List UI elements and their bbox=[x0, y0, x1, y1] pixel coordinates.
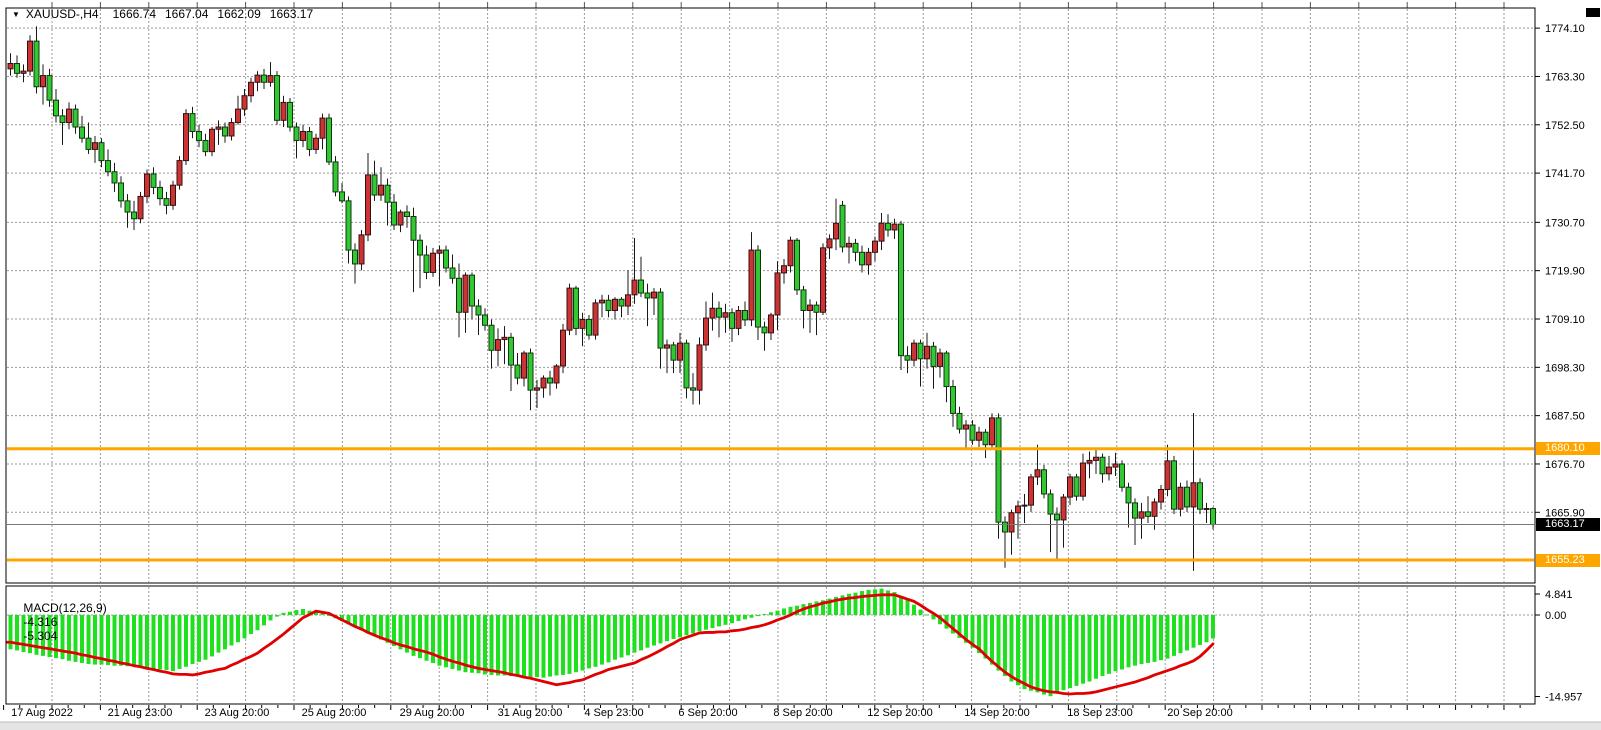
svg-text:8 Sep 20:00: 8 Sep 20:00 bbox=[773, 707, 832, 719]
resistance-price-tag: 1680.10 bbox=[1536, 442, 1600, 455]
macd-signal-value: -5.304 bbox=[23, 629, 57, 643]
mt4-chart-window: 1774.10 1763.30 1752.50 1741.70 1730.70 1719.… bbox=[0, 0, 1601, 730]
close-value: 1663.17 bbox=[270, 7, 313, 21]
svg-text:23 Aug 20:00: 23 Aug 20:00 bbox=[205, 707, 270, 719]
support-price-tag: 1655.23 bbox=[1536, 554, 1600, 567]
svg-text:1763.30: 1763.30 bbox=[1545, 71, 1585, 83]
svg-text:1752.50: 1752.50 bbox=[1545, 120, 1585, 132]
svg-text:1774.10: 1774.10 bbox=[1545, 23, 1585, 35]
svg-text:1730.70: 1730.70 bbox=[1545, 217, 1585, 229]
svg-text:1709.10: 1709.10 bbox=[1545, 314, 1585, 326]
svg-text:18 Sep 23:00: 18 Sep 23:00 bbox=[1067, 707, 1132, 719]
svg-text:4.841: 4.841 bbox=[1545, 589, 1573, 601]
svg-text:29 Aug 20:00: 29 Aug 20:00 bbox=[400, 707, 465, 719]
collapse-arrow-icon[interactable]: ▼ bbox=[12, 10, 20, 19]
svg-text:17 Aug 2022: 17 Aug 2022 bbox=[11, 707, 73, 719]
svg-text:1676.70: 1676.70 bbox=[1545, 459, 1585, 471]
svg-text:1698.30: 1698.30 bbox=[1545, 362, 1585, 374]
current-price-tag: 1663.17 bbox=[1536, 518, 1600, 531]
open-value: 1666.74 bbox=[113, 7, 156, 21]
symbol-timeframe-label: XAUUSD-,H4 bbox=[26, 7, 99, 21]
svg-text:12 Sep 20:00: 12 Sep 20:00 bbox=[867, 707, 932, 719]
low-value: 1662.09 bbox=[217, 7, 260, 21]
svg-text:1741.70: 1741.70 bbox=[1545, 168, 1585, 180]
svg-text:6 Sep 20:00: 6 Sep 20:00 bbox=[678, 707, 737, 719]
chart-shift-marker[interactable] bbox=[1586, 8, 1600, 17]
macd-main-value: -4.316 bbox=[23, 615, 57, 629]
bottom-strip bbox=[0, 722, 1601, 730]
svg-text:21 Aug 23:00: 21 Aug 23:00 bbox=[108, 707, 173, 719]
svg-text:20 Sep 20:00: 20 Sep 20:00 bbox=[1167, 707, 1232, 719]
symbol-ohlc-header: ▼ XAUUSD-,H4 1666.74 1667.04 1662.09 166… bbox=[12, 6, 322, 22]
svg-text:31 Aug 20:00: 31 Aug 20:00 bbox=[498, 707, 563, 719]
svg-text:4 Sep 23:00: 4 Sep 23:00 bbox=[584, 707, 643, 719]
svg-text:1687.50: 1687.50 bbox=[1545, 411, 1585, 423]
macd-label: MACD(12,26,9) bbox=[23, 601, 106, 615]
macd-indicator-header: MACD(12,26,9) -4.316 -5.304 bbox=[10, 587, 113, 657]
svg-text:-14.957: -14.957 bbox=[1545, 692, 1582, 704]
svg-text:25 Aug 20:00: 25 Aug 20:00 bbox=[302, 707, 367, 719]
chart-canvas[interactable]: 1774.10 1763.30 1752.50 1741.70 1730.70 1719.… bbox=[0, 0, 1601, 730]
high-value: 1667.04 bbox=[165, 7, 208, 21]
svg-text:1719.90: 1719.90 bbox=[1545, 266, 1585, 278]
svg-text:0.00: 0.00 bbox=[1545, 610, 1566, 622]
svg-text:14 Sep 20:00: 14 Sep 20:00 bbox=[964, 707, 1029, 719]
